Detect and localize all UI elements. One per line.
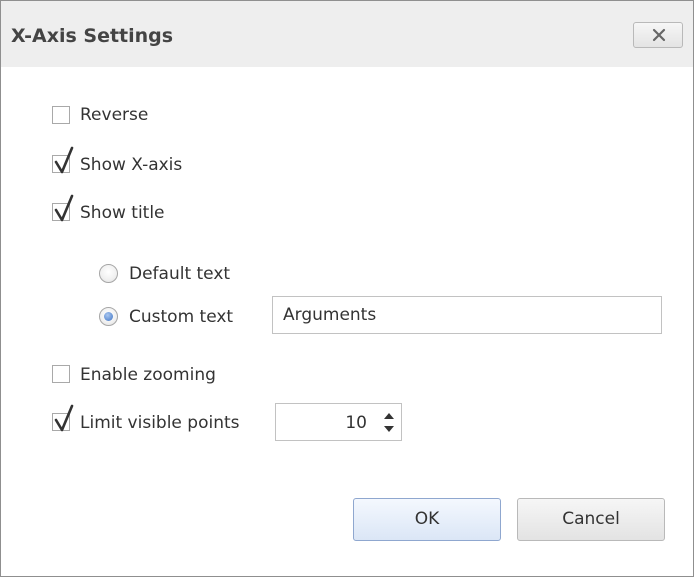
checkmark-icon: [54, 146, 74, 174]
spinner-value: 10: [345, 413, 367, 433]
checkmark-icon: [54, 194, 74, 222]
title-bar: X-Axis Settings: [1, 1, 693, 67]
show-x-axis-checkbox[interactable]: [52, 146, 74, 174]
cancel-button[interactable]: Cancel: [517, 498, 665, 541]
ok-button[interactable]: OK: [353, 498, 501, 541]
enable-zooming-checkbox[interactable]: [52, 365, 70, 383]
custom-text-input[interactable]: Arguments: [272, 296, 662, 334]
visible-points-spinner[interactable]: 10: [275, 403, 402, 441]
dialog-content: Reverse Show X-axis Show title Default t…: [1, 67, 693, 576]
default-text-radio[interactable]: [99, 264, 118, 283]
x-axis-settings-dialog: X-Axis Settings Reverse Show X-axis Show…: [0, 0, 694, 577]
default-text-label: Default text: [129, 264, 231, 284]
show-title-checkbox[interactable]: [52, 194, 74, 222]
reverse-label: Reverse: [80, 105, 149, 125]
enable-zooming-label: Enable zooming: [80, 365, 216, 385]
limit-visible-points-label: Limit visible points: [80, 413, 240, 433]
spin-up-arrow-icon[interactable]: [383, 412, 395, 420]
checkmark-icon: [54, 404, 74, 432]
show-x-axis-label: Show X-axis: [80, 155, 183, 175]
spin-down-arrow-icon[interactable]: [383, 425, 395, 433]
custom-text-radio[interactable]: [99, 307, 118, 326]
limit-visible-points-checkbox[interactable]: [52, 404, 74, 432]
close-icon: [652, 28, 666, 42]
custom-text-label: Custom text: [129, 307, 234, 327]
radio-dot: [104, 312, 113, 321]
close-button[interactable]: [633, 22, 683, 48]
show-title-label: Show title: [80, 203, 165, 223]
reverse-checkbox[interactable]: [52, 106, 70, 124]
dialog-title: X-Axis Settings: [11, 25, 174, 47]
